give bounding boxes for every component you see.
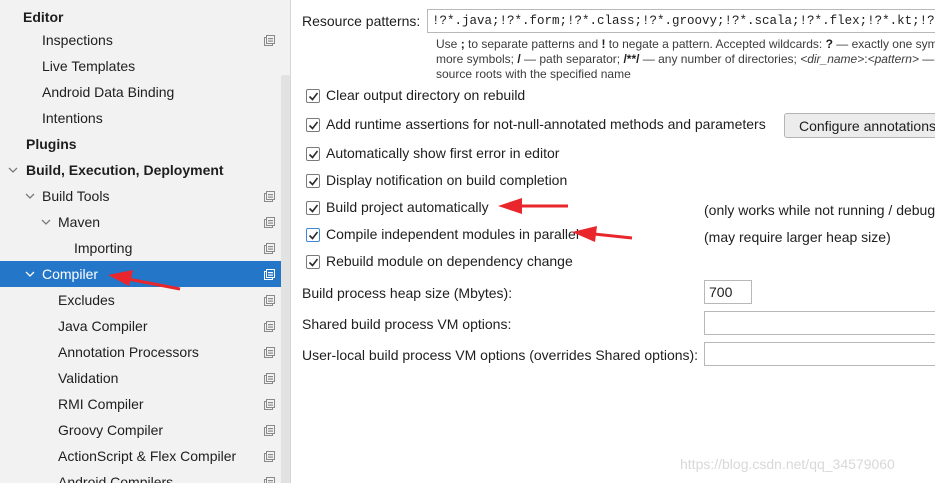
checkbox-box[interactable]: [306, 255, 320, 269]
tree-item-build-tools[interactable]: Build Tools: [0, 183, 281, 209]
tree-item-live-templates[interactable]: Live Templates: [0, 53, 281, 79]
project-config-icon: [264, 35, 275, 46]
checkbox-label: Add runtime assertions for not-null-anno…: [326, 116, 766, 132]
watermark: https://blog.csdn.net/qq_34579060: [680, 456, 895, 472]
checkbox-box[interactable]: [306, 174, 320, 188]
tree-item-label: Java Compiler: [58, 318, 148, 334]
checkbox-box[interactable]: [306, 147, 320, 161]
checkbox-box[interactable]: [306, 118, 320, 132]
build-auto-note: (only works while not running / debuggin…: [704, 202, 935, 218]
tree-item-importing[interactable]: Importing: [0, 235, 281, 261]
checkbox-box[interactable]: [306, 228, 320, 242]
user-vm-options-input[interactable]: [704, 342, 935, 366]
tree-item-label: Annotation Processors: [58, 344, 199, 360]
project-config-icon: [264, 399, 275, 410]
chevron-down-icon[interactable]: [41, 217, 51, 227]
tree-item-compiler[interactable]: Compiler: [0, 261, 290, 287]
tree-item-label: Groovy Compiler: [58, 422, 164, 438]
tree-item-label: ActionScript & Flex Compiler: [58, 448, 237, 464]
project-config-icon: [264, 295, 275, 306]
checkbox-label: Automatically show first error in editor: [326, 145, 560, 161]
tree-item-validation[interactable]: Validation: [0, 365, 281, 391]
tree-item-label: Validation: [58, 370, 119, 386]
project-config-icon: [264, 269, 275, 280]
heap-size-label: Build process heap size (Mbytes):: [302, 285, 513, 301]
compiler-settings-panel: Resource patterns: !?*.java;!?*.form;!?*…: [292, 0, 935, 483]
tree-item-android-compilers[interactable]: Android Compilers: [0, 469, 281, 483]
tree-item-java-compiler[interactable]: Java Compiler: [0, 313, 281, 339]
heap-size-input[interactable]: 700: [704, 280, 752, 304]
checkbox-box[interactable]: [306, 201, 320, 215]
tree-item-groovy-compiler[interactable]: Groovy Compiler: [0, 417, 281, 443]
checkbox-label: Clear output directory on rebuild: [326, 87, 526, 103]
tree-item-label: Build Tools: [42, 188, 110, 204]
tree-item-android-data-binding[interactable]: Android Data Binding: [0, 79, 281, 105]
tree-item-inspections[interactable]: Inspections: [0, 27, 281, 53]
tree-item-label: Maven: [58, 214, 101, 230]
project-config-icon: [264, 373, 275, 384]
tree-item-intentions[interactable]: Intentions: [0, 105, 281, 131]
resource-patterns-input[interactable]: !?*.java;!?*.form;!?*.class;!?*.groovy;!…: [427, 9, 935, 33]
project-config-icon: [264, 425, 275, 436]
tree-item-maven[interactable]: Maven: [0, 209, 281, 235]
chevron-down-icon[interactable]: [8, 165, 18, 175]
tree-item-plugins[interactable]: Plugins: [0, 131, 281, 157]
parallel-note: (may require larger heap size): [704, 229, 891, 245]
tree-item-annotation-processors[interactable]: Annotation Processors: [0, 339, 281, 365]
chevron-down-icon[interactable]: [25, 269, 35, 279]
checkbox-label: Compile independent modules in parallel: [326, 226, 579, 242]
tree-item-rmi-compiler[interactable]: RMI Compiler: [0, 391, 281, 417]
configure-annotations-button[interactable]: Configure annotations...: [784, 113, 935, 138]
resource-patterns-hint-line-2: more symbols; / — path separator; /**/ —…: [436, 52, 935, 66]
settings-sidebar: Editor Inspections Live Templates Androi…: [0, 0, 291, 483]
tree-item-label: Plugins: [26, 136, 77, 152]
shared-vm-options-label: Shared build process VM options:: [302, 316, 512, 332]
project-config-icon: [264, 477, 275, 483]
tree-item-label: Inspections: [42, 32, 113, 48]
checkbox-label: Display notification on build completion: [326, 172, 568, 188]
chevron-down-icon[interactable]: [25, 191, 35, 201]
tree-item-label: Importing: [74, 240, 133, 256]
resource-patterns-hint-line-1: Use ; to separate patterns and ! to nega…: [436, 37, 935, 51]
tree-item-label: Compiler: [42, 266, 99, 282]
tree-item-build-execution-deployment[interactable]: Build, Execution, Deployment: [0, 157, 281, 183]
tree-item-label: RMI Compiler: [58, 396, 144, 412]
user-vm-options-label: User-local build process VM options (ove…: [302, 347, 699, 363]
resource-patterns-hint-line-3: source roots with the specified name: [436, 67, 631, 81]
project-config-icon: [264, 451, 275, 462]
project-config-icon: [264, 217, 275, 228]
project-config-icon: [264, 347, 275, 358]
tree-item-label: Excludes: [58, 292, 115, 308]
tree-item-label: Android Data Binding: [42, 84, 175, 100]
tree-item-label: Live Templates: [42, 58, 136, 74]
checkbox-box[interactable]: [306, 89, 320, 103]
project-config-icon: [264, 243, 275, 254]
resource-patterns-label: Resource patterns:: [302, 13, 421, 29]
project-config-icon: [264, 321, 275, 332]
tree-item-excludes[interactable]: Excludes: [0, 287, 281, 313]
sidebar-scrollbar[interactable]: [281, 75, 290, 483]
tree-item-label: Editor: [23, 9, 64, 25]
tree-item-label: Android Compilers: [58, 474, 174, 483]
project-config-icon: [264, 191, 275, 202]
checkbox-label: Rebuild module on dependency change: [326, 253, 573, 269]
checkbox-label: Build project automatically: [326, 199, 489, 215]
tree-item-label: Intentions: [42, 110, 103, 126]
shared-vm-options-input[interactable]: [704, 311, 935, 335]
tree-item-label: Build, Execution, Deployment: [26, 162, 224, 178]
tree-item-actionscript-flex-compiler[interactable]: ActionScript & Flex Compiler: [0, 443, 281, 469]
